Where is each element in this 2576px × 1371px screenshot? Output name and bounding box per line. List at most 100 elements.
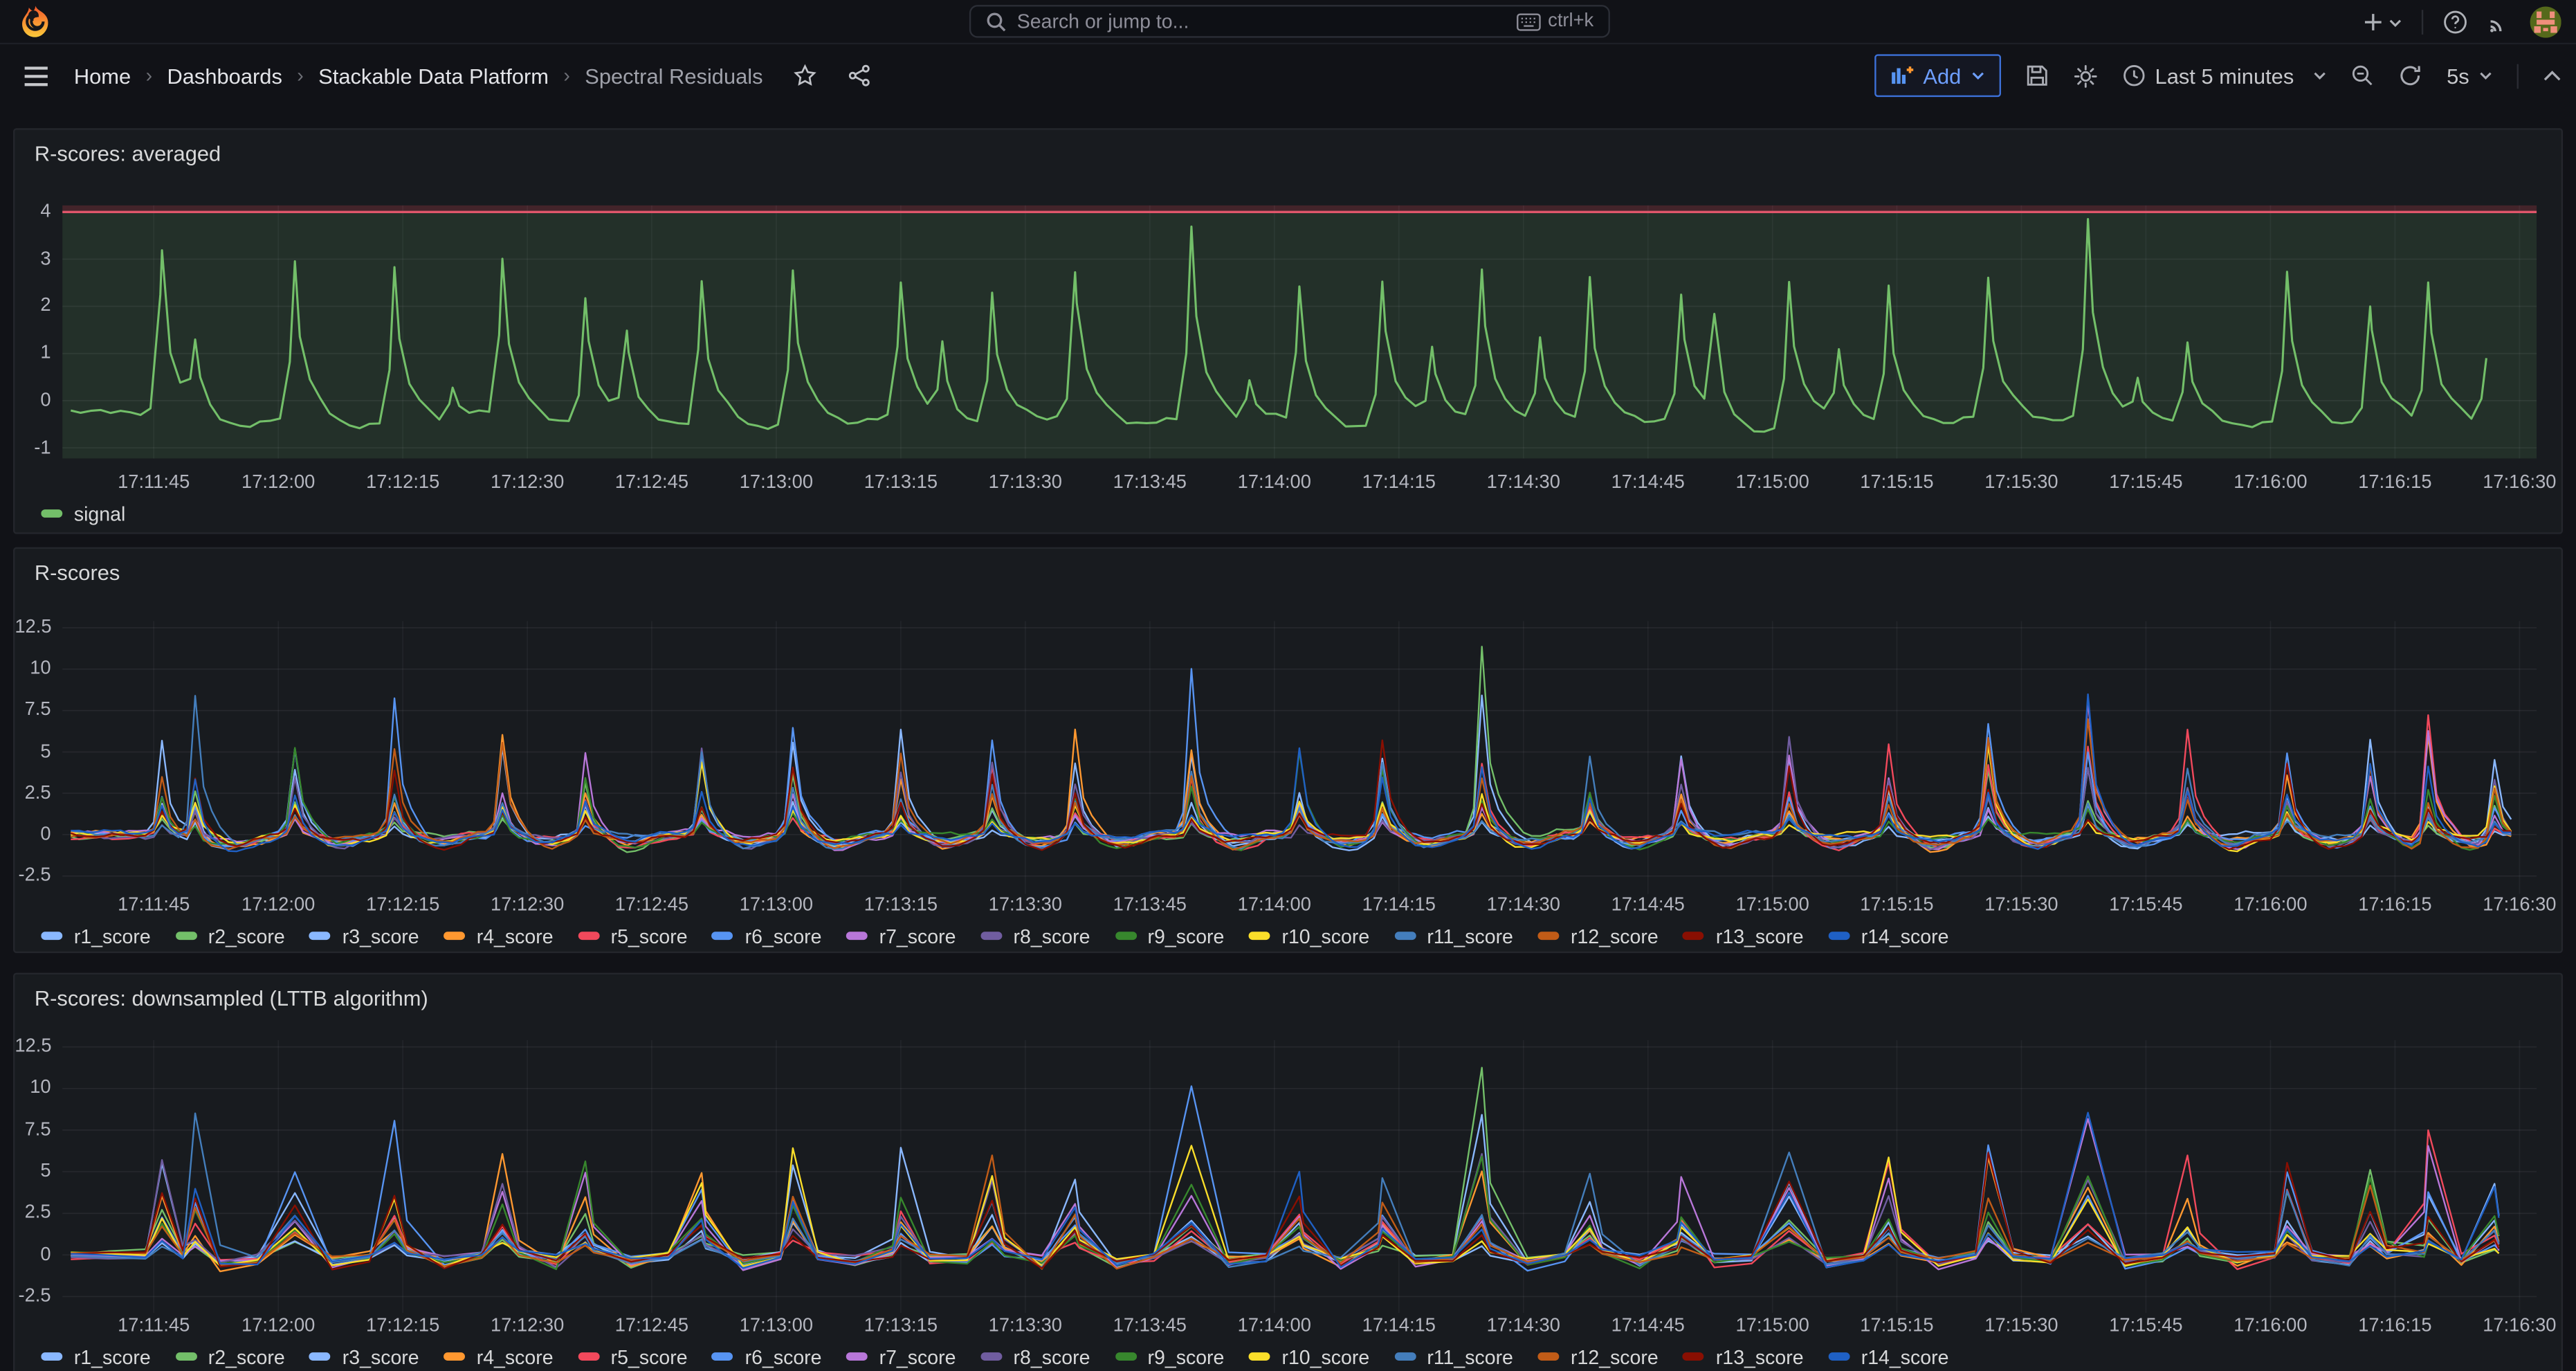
legend-item[interactable]: r8_score: [980, 925, 1090, 947]
legend-item[interactable]: r7_score: [846, 1345, 956, 1368]
timeseries-chart-averaged[interactable]: 43210-117:11:4517:12:0017:12:1517:12:301…: [15, 130, 2561, 533]
x-axis-label: 17:14:15: [1343, 1315, 1454, 1338]
chevron-down-icon: [2314, 71, 2327, 80]
legend-swatch: [309, 932, 331, 940]
legend-item[interactable]: signal: [41, 502, 125, 525]
x-axis-label: 17:14:45: [1592, 471, 1703, 494]
legend-swatch: [1683, 1353, 1704, 1361]
breadcrumb-home[interactable]: Home: [74, 63, 131, 88]
legend-label: r12_score: [1571, 925, 1659, 947]
legend-label: r5_score: [611, 925, 688, 947]
y-axis-label: -2.5: [15, 1285, 51, 1308]
panel-title[interactable]: R-scores: [35, 561, 120, 585]
help-button[interactable]: [2443, 10, 2468, 35]
dashboard-settings-button[interactable]: [2073, 63, 2098, 88]
search-input[interactable]: Search or jump to... ctrl+k: [969, 5, 1610, 37]
breadcrumb-dashboards[interactable]: Dashboards: [167, 63, 282, 88]
x-axis-label: 17:15:15: [1841, 471, 1953, 494]
legend-item[interactable]: r11_score: [1394, 1345, 1513, 1368]
legend-item[interactable]: r13_score: [1683, 1345, 1803, 1368]
y-axis-label: -2.5: [15, 864, 51, 887]
favorite-star-icon[interactable]: [794, 64, 817, 87]
news-button[interactable]: [2487, 10, 2510, 33]
legend-item[interactable]: r14_score: [1828, 925, 1948, 947]
x-axis-label: 17:14:00: [1218, 471, 1330, 494]
y-axis-label: 1: [15, 342, 51, 365]
x-axis-label: 17:16:15: [2339, 894, 2451, 917]
y-axis-label: 3: [15, 248, 51, 271]
legend-item[interactable]: r3_score: [309, 925, 419, 947]
add-panel-button[interactable]: Add: [1874, 54, 2000, 97]
legend-label: r6_score: [745, 1345, 822, 1368]
refresh-button[interactable]: [2399, 64, 2422, 87]
breadcrumb: Home › Dashboards › Stackable Data Platf…: [74, 63, 871, 88]
legend-item[interactable]: r4_score: [444, 1345, 553, 1368]
legend-item[interactable]: r12_score: [1538, 1345, 1659, 1368]
legend-item[interactable]: r14_score: [1828, 1345, 1948, 1368]
x-axis-label: 17:13:15: [845, 1315, 956, 1338]
dashboard-toolbar: Home › Dashboards › Stackable Data Platf…: [0, 44, 2576, 107]
mega-menu-button[interactable]: [23, 65, 49, 87]
legend-item[interactable]: r10_score: [1249, 1345, 1369, 1368]
refresh-interval-picker[interactable]: 5s: [2447, 63, 2492, 88]
x-axis-label: 17:13:30: [969, 471, 1081, 494]
legend-item[interactable]: r5_score: [578, 925, 687, 947]
legend-item[interactable]: r6_score: [712, 1345, 821, 1368]
share-icon[interactable]: [848, 64, 871, 87]
legend-label: r11_score: [1427, 1345, 1513, 1368]
legend-swatch: [578, 1353, 599, 1361]
legend-item[interactable]: r9_score: [1115, 925, 1224, 947]
x-axis-label: 17:14:45: [1592, 1315, 1703, 1338]
legend-swatch: [1683, 932, 1704, 940]
x-axis-label: 17:12:00: [222, 471, 334, 494]
zoom-out-button[interactable]: [2351, 64, 2374, 87]
add-panel-icon: [1890, 66, 1913, 85]
legend: signal: [41, 501, 2548, 526]
legend-item[interactable]: r2_score: [175, 1345, 284, 1368]
top-nav-bar: Search or jump to... ctrl+k: [0, 0, 2576, 44]
breadcrumb-folder[interactable]: Stackable Data Platform: [318, 63, 549, 88]
grafana-logo-icon[interactable]: [18, 5, 53, 39]
legend-label: r12_score: [1571, 1345, 1659, 1368]
legend-item[interactable]: r1_score: [41, 1345, 150, 1368]
legend-item[interactable]: r10_score: [1249, 925, 1369, 947]
x-axis-label: 17:15:15: [1841, 1315, 1953, 1338]
panel-title[interactable]: R-scores: downsampled (LTTB algorithm): [35, 986, 428, 1011]
legend-swatch: [175, 1353, 197, 1361]
x-axis-label: 17:14:00: [1218, 894, 1330, 917]
legend-item[interactable]: r12_score: [1538, 925, 1659, 947]
x-axis-label: 17:13:45: [1094, 1315, 1205, 1338]
x-axis-label: 17:15:00: [1717, 894, 1828, 917]
save-dashboard-button[interactable]: [2025, 64, 2048, 87]
y-axis-label: 0: [15, 823, 51, 846]
legend-label: r3_score: [342, 1345, 419, 1368]
legend-item[interactable]: r1_score: [41, 925, 150, 947]
legend-item[interactable]: r7_score: [846, 925, 956, 947]
timeseries-chart-downsampled[interactable]: 12.5107.552.50-2.517:11:4517:12:0017:12:…: [15, 974, 2561, 1371]
legend-swatch: [309, 1353, 331, 1361]
divider: [2517, 63, 2519, 88]
legend-item[interactable]: r13_score: [1683, 925, 1803, 947]
legend-item[interactable]: r8_score: [980, 1345, 1090, 1368]
legend-swatch: [712, 932, 733, 940]
legend-item[interactable]: r9_score: [1115, 1345, 1224, 1368]
time-range-picker[interactable]: Last 5 minutes: [2122, 63, 2327, 88]
timeseries-chart-rscores[interactable]: 12.5107.552.50-2.517:11:4517:12:0017:12:…: [15, 549, 2561, 952]
new-menu-button[interactable]: [2362, 12, 2402, 33]
legend-item[interactable]: r2_score: [175, 925, 284, 947]
y-axis-label: 12.5: [15, 1035, 51, 1058]
user-avatar[interactable]: [2530, 6, 2561, 37]
legend-item[interactable]: r6_score: [712, 925, 821, 947]
collapse-toolbar-button[interactable]: [2543, 69, 2561, 82]
panel-title[interactable]: R-scores: averaged: [35, 141, 221, 166]
legend-item[interactable]: r5_score: [578, 1345, 687, 1368]
legend-item[interactable]: r3_score: [309, 1345, 419, 1368]
chevron-down-icon: [2479, 71, 2492, 80]
legend-swatch: [444, 1353, 465, 1361]
legend-item[interactable]: r4_score: [444, 925, 553, 947]
x-axis-label: 17:12:15: [347, 471, 458, 494]
legend-label: r10_score: [1281, 1345, 1369, 1368]
legend-item[interactable]: r11_score: [1394, 925, 1513, 947]
x-axis-label: 17:12:30: [471, 471, 583, 494]
y-axis-label: 5: [15, 1160, 51, 1183]
